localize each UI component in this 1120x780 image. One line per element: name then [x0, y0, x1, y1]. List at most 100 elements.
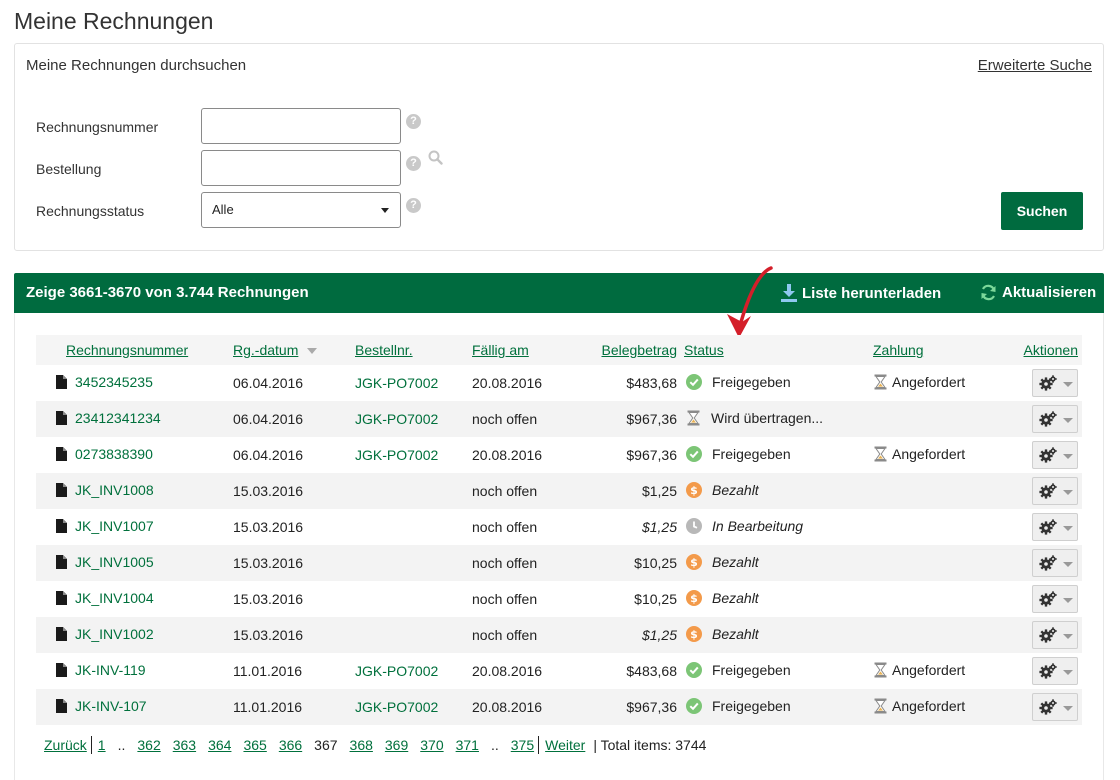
search-button[interactable]: Suchen — [1001, 192, 1083, 230]
invoice-date-cell: 15.03.2016 — [233, 473, 355, 509]
order-number-link[interactable]: JGK-PO7002 — [355, 411, 438, 427]
pagination-first-page-link[interactable]: 1 — [98, 737, 106, 753]
row-actions-button[interactable] — [1032, 405, 1078, 433]
chevron-down-icon — [1063, 454, 1073, 459]
column-header-status[interactable]: Status — [684, 335, 873, 365]
dollar-coin-icon: $ — [686, 553, 702, 573]
payment-cell: Angefordert — [873, 365, 981, 401]
invoice-number-link[interactable]: 3452345235 — [75, 374, 153, 390]
status-select-value: Alle — [212, 202, 234, 217]
pagination-last-page-link[interactable]: 375 — [511, 737, 534, 753]
pagination-page-link[interactable]: 364 — [208, 737, 231, 753]
payment-cell — [873, 545, 981, 581]
invoice-number-link[interactable]: JK_INV1005 — [75, 554, 154, 570]
actions-cell — [981, 509, 1082, 545]
check-circle-icon — [686, 373, 702, 393]
column-header-due-date[interactable]: Fällig am — [472, 335, 563, 365]
order-help-icon[interactable]: ? — [406, 156, 421, 171]
table-row: JK_INV1004 15.03.2016 noch offen $10,25 $ Bez… — [36, 581, 1082, 617]
hourglass-icon — [686, 410, 701, 429]
invoice-number-link[interactable]: 23412341234 — [75, 410, 161, 426]
pagination-page-link[interactable]: 365 — [243, 737, 266, 753]
status-text: In Bearbeitung — [712, 517, 804, 534]
due-date-cell: noch offen — [472, 617, 563, 653]
table-row: JK_INV1002 15.03.2016 noch offen $1,25 $ Beza… — [36, 617, 1082, 653]
order-number-link[interactable]: JGK-PO7002 — [355, 375, 438, 391]
pagination-next-link[interactable]: Weiter — [545, 737, 585, 753]
document-icon — [56, 447, 67, 464]
order-input[interactable] — [201, 150, 401, 186]
due-date-cell: 20.08.2016 — [472, 447, 543, 463]
status-help-icon[interactable]: ? — [406, 198, 421, 213]
column-header-invoice-date[interactable]: Rg.-datum — [233, 335, 355, 365]
row-actions-button[interactable] — [1032, 657, 1078, 685]
status-select[interactable]: Alle — [201, 192, 401, 228]
column-header-amount[interactable]: Belegbetrag — [563, 335, 684, 365]
page-title: Meine Rechnungen — [14, 8, 214, 34]
invoice-date-cell: 11.01.2016 — [233, 663, 303, 679]
column-header-payment[interactable]: Zahlung — [873, 335, 981, 365]
invoice-number-link[interactable]: JK_INV1008 — [75, 482, 154, 498]
document-icon — [56, 663, 67, 680]
payment-cell — [873, 473, 981, 509]
pagination-separator — [90, 736, 92, 754]
order-number-link[interactable]: JGK-PO7002 — [355, 699, 438, 715]
results-summary: Zeige 3661-3670 von 3.744 Rechnungen — [26, 284, 309, 301]
order-number-cell: JGK-PO7002 — [355, 365, 472, 401]
amount-cell: $967,36 — [563, 401, 684, 437]
advanced-search-link[interactable]: Erweiterte Suche — [978, 57, 1092, 74]
download-list-button[interactable]: Liste herunterladen — [781, 284, 941, 302]
invoice-number-link[interactable]: JK-INV-107 — [75, 698, 147, 714]
table-row: JK_INV1008 15.03.2016 noch offen $1,25 $ Beza… — [36, 473, 1082, 509]
invoice-number-link[interactable]: JK_INV1004 — [75, 590, 154, 606]
actions-cell — [981, 653, 1082, 689]
pagination-page-link[interactable]: 368 — [350, 737, 373, 753]
refresh-button[interactable]: Aktualisieren — [980, 284, 1096, 301]
row-actions-button[interactable] — [1032, 621, 1078, 649]
column-header-actions[interactable]: Aktionen — [981, 335, 1082, 365]
invoice-number-help-icon[interactable]: ? — [406, 114, 421, 129]
row-actions-button[interactable] — [1032, 441, 1078, 469]
chevron-down-icon — [1063, 562, 1073, 567]
payment-cell — [873, 581, 981, 617]
invoice-date-cell: 15.03.2016 — [233, 591, 304, 607]
invoice-date-cell: 11.01.2016 — [233, 689, 355, 725]
pagination-page-link[interactable]: 366 — [279, 737, 302, 753]
chevron-down-icon — [1063, 670, 1073, 675]
invoice-number-link[interactable]: JK_INV1007 — [75, 518, 154, 534]
invoice-number-link[interactable]: JK-INV-119 — [75, 662, 146, 678]
row-actions-button[interactable] — [1032, 369, 1078, 397]
results-header-bar: Zeige 3661-3670 von 3.744 Rechnungen Lis… — [14, 273, 1104, 313]
check-circle-icon — [686, 697, 702, 717]
invoice-number-link[interactable]: JK_INV1002 — [75, 626, 154, 642]
pagination-page-link[interactable]: 362 — [137, 737, 160, 753]
invoice-number-link[interactable]: 0273838390 — [75, 446, 153, 462]
due-date-cell: noch offen — [472, 545, 563, 581]
clock-icon — [686, 517, 702, 537]
payment-cell — [873, 617, 981, 653]
order-lookup-search-icon[interactable] — [428, 150, 443, 165]
pagination-separator — [538, 736, 540, 754]
chevron-down-icon — [1063, 706, 1073, 711]
order-number-link[interactable]: JGK-PO7002 — [355, 447, 438, 463]
row-actions-button[interactable] — [1032, 549, 1078, 577]
row-actions-button[interactable] — [1032, 513, 1078, 541]
status-cell: $ Bezahlt — [684, 545, 873, 581]
column-header-order-number[interactable]: Bestellnr. — [355, 335, 472, 365]
row-actions-button[interactable] — [1032, 477, 1078, 505]
pagination-page-link[interactable]: 371 — [456, 737, 479, 753]
column-header-invoice-number[interactable]: Rechnungsnummer — [36, 335, 233, 365]
order-number-link[interactable]: JGK-PO7002 — [355, 663, 438, 679]
row-actions-button[interactable] — [1032, 693, 1078, 721]
invoice-number-input[interactable] — [201, 108, 401, 144]
pagination-page-link[interactable]: 369 — [385, 737, 408, 753]
status-cell: $ Bezahlt — [684, 581, 873, 617]
pagination-page-link[interactable]: 363 — [173, 737, 196, 753]
pagination-prev-link[interactable]: Zurück — [44, 737, 87, 753]
row-actions-button[interactable] — [1032, 585, 1078, 613]
hourglass-icon — [873, 374, 888, 393]
pagination-page-link[interactable]: 370 — [420, 737, 443, 753]
due-date-cell: 20.08.2016 — [472, 689, 563, 725]
amount-cell: $1,25 — [563, 617, 684, 653]
due-date-cell: 20.08.2016 — [472, 663, 543, 679]
